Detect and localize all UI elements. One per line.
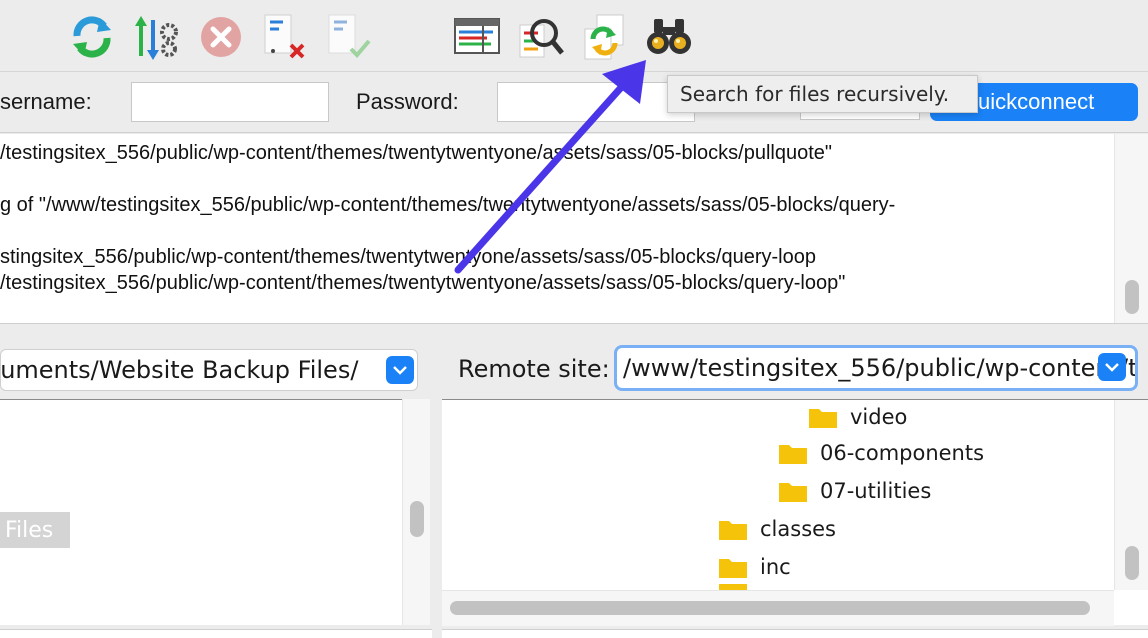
local-directory-tree[interactable]: p Files <box>0 399 430 625</box>
local-tree-scrollbar[interactable] <box>402 399 430 625</box>
toolbar <box>0 0 1148 72</box>
local-tree-selected-item[interactable]: p Files <box>0 512 70 548</box>
remote-tree-vertical-thumb[interactable] <box>1125 546 1139 580</box>
remote-path-field[interactable]: /www/testingsitex_556/public/wp-content/… <box>614 345 1138 391</box>
folder-icon <box>718 555 748 579</box>
log-line: g of "/www/testingsitex_556/public/wp-co… <box>0 194 895 217</box>
username-label: sername: <box>0 89 92 115</box>
queue-view-icon <box>453 17 501 57</box>
disconnect-button[interactable] <box>260 12 310 62</box>
local-pane: cuments/Website Backup Files/ p Files <box>0 333 432 625</box>
tree-item-classes[interactable]: classes <box>718 512 836 546</box>
remote-pane: Remote site: /www/testingsitex_556/publi… <box>442 333 1148 625</box>
chevron-down-icon <box>392 364 408 376</box>
remote-site-label: Remote site: <box>458 355 610 383</box>
local-path-text: cuments/Website Backup Files/ <box>0 356 358 384</box>
password-field[interactable] <box>497 82 695 122</box>
message-log: /testingsitex_556/public/wp-content/them… <box>0 134 1148 324</box>
directory-compare-button[interactable] <box>516 12 566 62</box>
local-path-dropdown-button[interactable] <box>386 356 414 384</box>
remote-tree-vertical-scrollbar[interactable] <box>1114 400 1148 590</box>
remote-directory-tree[interactable]: video 06-components 07-utilities classes… <box>442 399 1148 625</box>
search-files-button[interactable] <box>644 12 694 62</box>
refresh-button[interactable] <box>67 12 117 62</box>
directory-compare-icon <box>516 13 566 61</box>
filter-settings-button[interactable] <box>132 12 182 62</box>
tree-item-video[interactable]: video <box>808 400 907 434</box>
local-file-list[interactable] <box>0 629 432 638</box>
filter-settings-icon <box>133 14 181 60</box>
synchronized-browsing-icon <box>581 13 629 61</box>
chevron-down-icon <box>1104 361 1120 373</box>
folder-icon <box>778 441 808 465</box>
tree-item-06-components[interactable]: 06-components <box>778 436 984 470</box>
remote-tree-horizontal-thumb[interactable] <box>450 601 1090 615</box>
local-path-field[interactable]: cuments/Website Backup Files/ <box>0 349 418 391</box>
log-line: /testingsitex_556/public/wp-content/them… <box>0 142 832 165</box>
binoculars-icon <box>645 15 693 59</box>
reconnect-button[interactable] <box>324 12 374 62</box>
username-field[interactable] <box>131 82 329 122</box>
tree-item-07-utilities[interactable]: 07-utilities <box>778 474 931 508</box>
tooltip: Search for files recursively. <box>667 75 978 113</box>
remote-path-text: /www/testingsitex_556/public/wp-content/… <box>623 354 1138 382</box>
cancel-button[interactable] <box>196 12 246 62</box>
log-line: stingsitex_556/public/wp-content/themes/… <box>0 246 816 269</box>
folder-icon <box>808 405 838 429</box>
local-tree-scrollbar-thumb[interactable] <box>410 501 424 537</box>
folder-icon <box>778 479 808 503</box>
synchronized-browsing-button[interactable] <box>580 12 630 62</box>
remote-path-dropdown-button[interactable] <box>1098 353 1126 381</box>
reconnect-icon <box>325 13 373 61</box>
password-label: Password: <box>356 89 459 115</box>
log-scrollbar[interactable] <box>1114 134 1148 324</box>
queue-view-button[interactable] <box>452 12 502 62</box>
cancel-icon <box>198 14 244 60</box>
tree-item-inc[interactable]: inc <box>718 550 791 584</box>
remote-file-list[interactable] <box>442 629 1148 638</box>
remote-tree-horizontal-scrollbar[interactable] <box>442 590 1114 626</box>
refresh-icon <box>69 14 115 60</box>
log-scrollbar-thumb[interactable] <box>1125 280 1139 314</box>
log-line: /testingsitex_556/public/wp-content/them… <box>0 272 845 295</box>
disconnect-icon <box>261 13 309 61</box>
folder-icon <box>718 517 748 541</box>
